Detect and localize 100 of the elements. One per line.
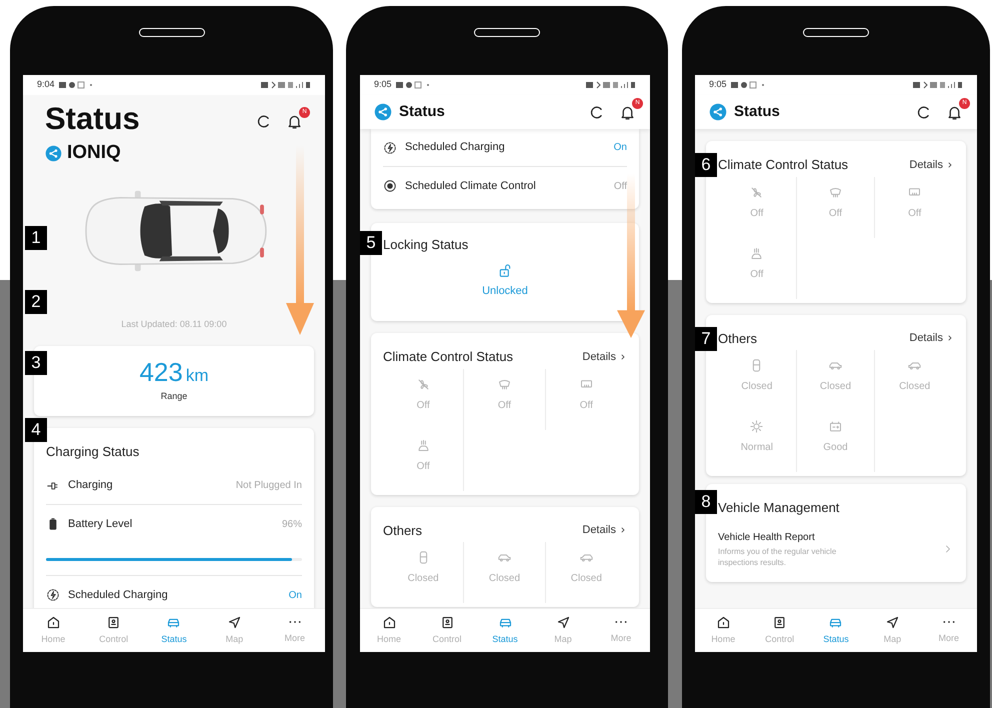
status-value: Good <box>823 441 848 455</box>
share-icon[interactable] <box>709 103 727 121</box>
status-value: Off <box>498 398 512 412</box>
control-icon <box>772 614 788 630</box>
nav-tab[interactable]: Status <box>808 609 864 652</box>
last-updated-text: Last Updated: 08.11 09:00 <box>121 318 227 331</box>
system-status-icons <box>913 81 963 89</box>
nav-tab[interactable]: Home <box>360 609 418 652</box>
nav-tab[interactable]: Status <box>144 609 204 652</box>
step-number: 5 <box>360 231 382 255</box>
step-number: 4 <box>25 418 47 442</box>
row-value: On <box>614 141 627 155</box>
system-status-icons <box>261 81 311 89</box>
chevron-icon <box>619 526 627 534</box>
home-icon <box>716 614 731 630</box>
fan-off-icon <box>416 376 431 392</box>
warning-lamp-icon <box>749 419 764 434</box>
status-value: Closed <box>488 572 520 586</box>
card-title: Others <box>383 522 422 540</box>
health-report-item[interactable]: Vehicle Health Report Informs you of the regular vehicle inspections results. <box>718 530 954 568</box>
range-value: 423 <box>139 358 183 386</box>
status-value: Closed <box>820 380 852 394</box>
nav-tab[interactable]: Map <box>864 609 921 652</box>
details-link[interactable]: Details <box>909 156 954 173</box>
nav-tab[interactable]: Map <box>534 609 592 652</box>
battery-icon <box>828 419 843 434</box>
row-value: Off <box>614 180 627 194</box>
page-title: Status <box>734 102 780 122</box>
notification-icons <box>730 81 767 89</box>
status-value: Off <box>908 206 922 220</box>
status-time: 9:05 <box>374 78 392 92</box>
nav-tab[interactable]: More <box>592 609 650 652</box>
home-icon <box>382 614 396 630</box>
step-number: 6 <box>695 153 717 177</box>
navigation-icon <box>556 614 570 630</box>
card-title: Locking Status <box>383 236 470 254</box>
step-number: 8 <box>695 490 717 514</box>
status-value: Closed <box>408 572 439 586</box>
card-title: Vehicle Management <box>718 499 840 517</box>
more-icon <box>942 621 955 624</box>
share-icon[interactable] <box>45 144 62 162</box>
row-value: Not Plugged In <box>236 479 302 493</box>
nav-tab[interactable]: Control <box>83 609 144 652</box>
step-number: 3 <box>25 350 47 374</box>
row-label: Battery Level <box>68 516 134 532</box>
row-label: Scheduled Charging <box>68 588 169 603</box>
status-value: Off <box>828 206 842 220</box>
status-value: Off <box>416 398 430 412</box>
row-label: Scheduled Climate Control <box>405 178 537 194</box>
notification-icons <box>396 81 432 89</box>
nav-tab[interactable]: Home <box>23 609 84 652</box>
status-value: Off <box>580 398 593 412</box>
share-icon[interactable] <box>374 103 392 121</box>
nav-tab[interactable]: Status <box>476 609 534 652</box>
nav-tab[interactable]: Control <box>418 609 476 652</box>
page-title: Status <box>45 101 140 137</box>
nav-tab[interactable]: Home <box>695 609 752 652</box>
status-value: Normal <box>740 441 773 455</box>
phone-speaker <box>803 28 869 37</box>
card-title: Climate Control Status <box>383 348 514 366</box>
fan-circle-icon <box>383 179 397 193</box>
control-icon <box>106 614 122 630</box>
nav-tab[interactable]: More <box>264 609 325 652</box>
details-link[interactable]: Details <box>582 522 627 538</box>
row-label: Charging <box>68 478 114 494</box>
more-icon <box>288 621 301 624</box>
details-link[interactable]: Details <box>909 330 954 346</box>
item-title: Vehicle Health Report <box>718 530 816 544</box>
control-icon <box>440 614 454 630</box>
nav-tab[interactable]: Map <box>204 609 265 652</box>
step-number: 2 <box>25 290 47 314</box>
navigation-icon <box>226 614 242 630</box>
status-time: 9:04 <box>37 78 55 92</box>
seat-heat-icon <box>749 246 764 260</box>
card-title: Climate Control Status <box>718 156 848 174</box>
chevron-icon <box>946 334 954 342</box>
nav-tab[interactable]: Control <box>751 609 808 652</box>
status-value: Off <box>750 206 764 220</box>
vehicle-name: IONIQ <box>67 141 121 165</box>
more-icon <box>615 621 627 624</box>
nav-tab[interactable]: More <box>920 609 977 652</box>
status-value: Off <box>416 460 430 474</box>
card-title: Charging Status <box>46 442 140 461</box>
status-value: Closed <box>741 380 772 394</box>
unlocked-icon <box>497 262 513 278</box>
row-value: 96% <box>282 518 302 532</box>
phone-speaker <box>474 28 540 37</box>
row-label: Scheduled Charging <box>405 140 506 156</box>
lock-status-value: Unlocked <box>482 284 528 298</box>
item-description: Informs you of the regular vehicle inspections results. <box>718 546 838 568</box>
status-value: Closed <box>899 380 930 394</box>
page-title: Status <box>399 102 445 122</box>
notification-bell-icon[interactable] <box>286 113 303 130</box>
status-value: Closed <box>570 572 602 586</box>
system-status-icons <box>586 81 636 89</box>
bolt-icon <box>383 140 397 154</box>
fan-off-icon <box>749 184 764 200</box>
details-link[interactable]: Details <box>582 348 627 365</box>
step-number: 1 <box>25 226 47 250</box>
seat-heat-icon <box>416 438 431 452</box>
